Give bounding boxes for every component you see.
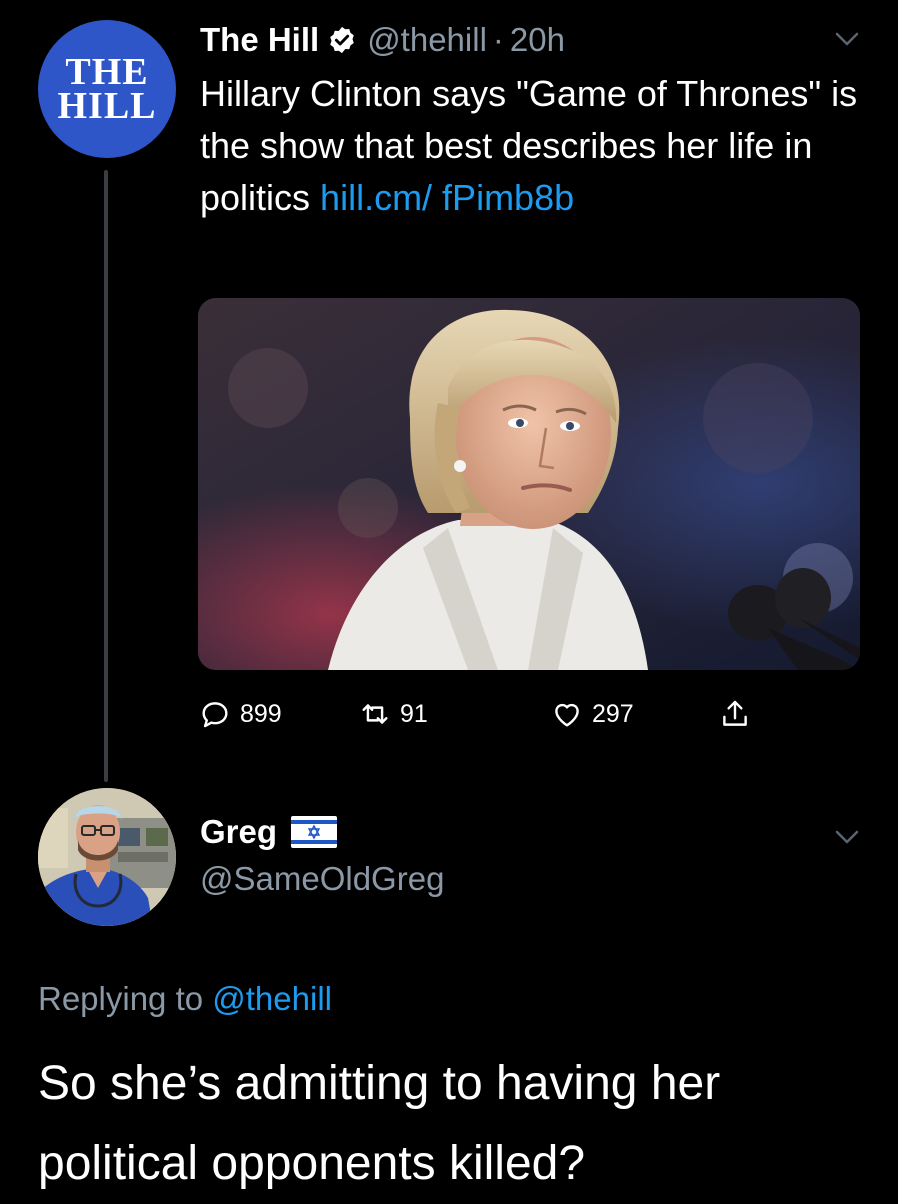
- tweet-media-photo[interactable]: [198, 298, 860, 670]
- original-tweet[interactable]: THE HILL The Hill @thehill · 20h Hillary…: [0, 0, 898, 782]
- share-action[interactable]: [718, 692, 760, 736]
- reply-icon: [202, 702, 228, 728]
- chevron-down-icon[interactable]: [832, 822, 862, 852]
- replying-to-line: Replying to @thehill: [38, 980, 332, 1018]
- israel-flag-icon: [291, 816, 338, 848]
- tweet-time[interactable]: 20h: [510, 21, 565, 59]
- tweet-header: The Hill @thehill · 20h: [200, 18, 565, 62]
- author-display-name[interactable]: The Hill: [200, 21, 319, 59]
- replying-to-prefix: Replying to: [38, 980, 213, 1017]
- reply-action[interactable]: 899: [198, 692, 282, 736]
- separator-dot: ·: [492, 21, 504, 58]
- reply-header: Greg: [200, 810, 338, 854]
- photo-illustration: [198, 298, 860, 670]
- share-icon: [723, 700, 747, 726]
- retweet-count: 91: [400, 699, 428, 728]
- retweet-icon: [362, 704, 388, 724]
- thread-connector-line: [104, 170, 108, 782]
- author-handle[interactable]: @thehill: [367, 21, 487, 59]
- tweet-link[interactable]: hill.cm/ fPimb8b: [320, 177, 574, 218]
- the-hill-avatar[interactable]: THE HILL: [38, 20, 176, 158]
- retweet-action[interactable]: 91: [358, 692, 428, 736]
- verified-badge-icon: [330, 26, 354, 54]
- avatar-photo: [38, 788, 176, 926]
- reply-handle[interactable]: @SameOldGreg: [200, 860, 444, 898]
- avatar-logo-line2: HILL: [57, 85, 157, 127]
- chevron-down-icon[interactable]: [832, 24, 862, 54]
- tweet-actions: 899 91 297: [198, 692, 798, 736]
- reply-display-name[interactable]: Greg: [200, 813, 277, 851]
- like-count: 297: [592, 699, 634, 728]
- reply-count: 899: [240, 699, 282, 728]
- avatar-logo-line1: THE: [65, 51, 149, 93]
- reply-text: So she’s admitting to having her politic…: [38, 1057, 721, 1190]
- tweet-text: Hillary Clinton says "Game of Thrones" i…: [200, 68, 860, 224]
- like-action[interactable]: 297: [550, 692, 634, 736]
- greg-avatar[interactable]: [38, 788, 176, 926]
- like-icon: [555, 703, 579, 727]
- replying-to-handle[interactable]: @thehill: [212, 980, 332, 1017]
